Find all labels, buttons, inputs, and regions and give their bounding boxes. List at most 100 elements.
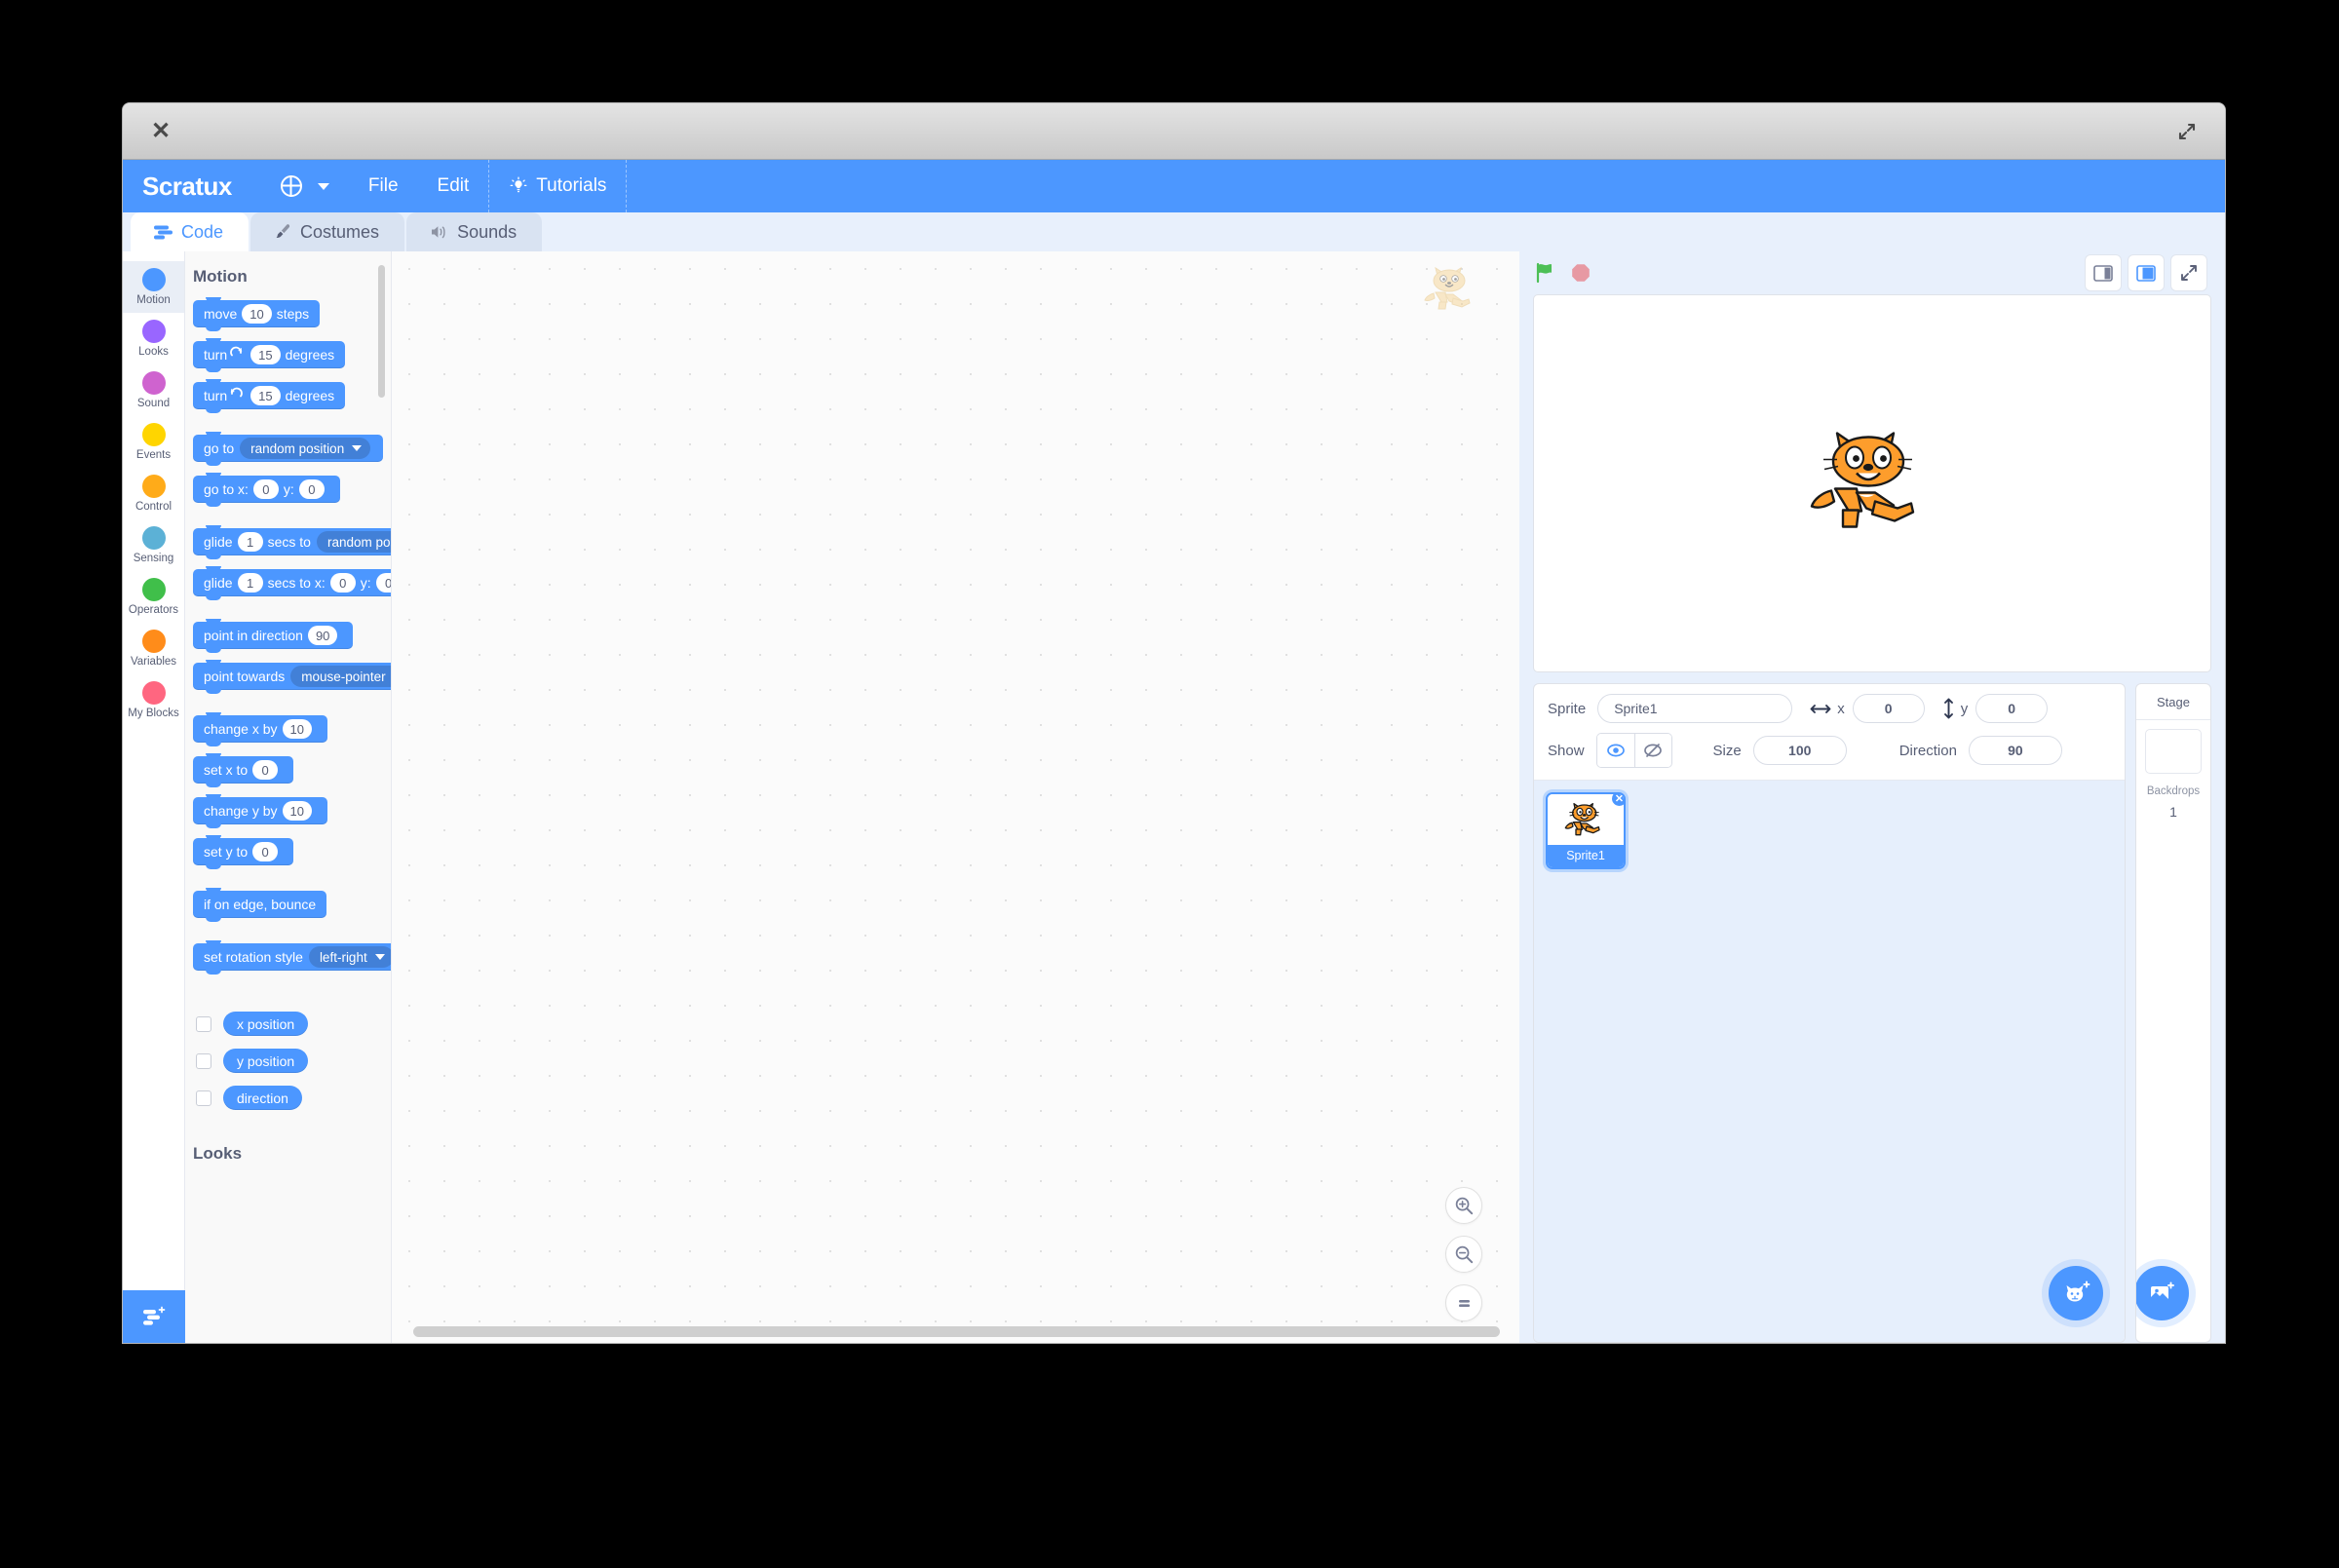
block-y-position[interactable]: y position (223, 1049, 309, 1073)
stage-selector-pane[interactable]: Stage Backdrops 1 (2135, 683, 2211, 1343)
block-turn-left[interactable]: turn 15 degrees (193, 379, 346, 413)
x-coordinate-input[interactable]: 0 (1852, 694, 1925, 723)
tab-costumes[interactable]: Costumes (250, 212, 405, 251)
green-flag-button[interactable] (1533, 260, 1558, 286)
block-input-secs[interactable]: 1 (237, 573, 263, 593)
category-label: Events (135, 449, 172, 461)
fullscreen-button[interactable] (2170, 254, 2207, 291)
block-set-x-to[interactable]: set x to 0 (193, 753, 294, 787)
category-sensing[interactable]: Sensing (123, 519, 184, 571)
block-change-y-by[interactable]: change y by 10 (193, 794, 327, 828)
dropdown-value: random position (326, 534, 391, 550)
language-menu[interactable] (261, 160, 349, 212)
block-palette[interactable]: Motion move 10 steps turn 15 degrees tur… (185, 251, 392, 1343)
stop-button[interactable] (1570, 262, 1591, 284)
zoom-reset-button[interactable] (1445, 1284, 1482, 1321)
size-input[interactable]: 100 (1752, 736, 1847, 765)
reporter-checkbox[interactable] (196, 1052, 211, 1069)
block-label: degrees (285, 388, 335, 403)
sprite-card-sprite1[interactable]: ✕ Sprite1 (1546, 792, 1626, 869)
palette-section-title-looks: Looks (193, 1144, 243, 1163)
stage-control-bar (1519, 251, 2225, 294)
category-looks[interactable]: Looks (123, 313, 184, 364)
zoom-in-button[interactable] (1445, 1187, 1482, 1224)
sprite-name-label: Sprite (1548, 700, 1587, 717)
block-x-position[interactable]: x position (223, 1012, 309, 1036)
canvas-vertical-scrollbar[interactable] (1509, 265, 1515, 1318)
delete-sprite-icon[interactable]: ✕ (1610, 794, 1624, 808)
block-input-x-delta[interactable]: 10 (282, 719, 312, 739)
y-coordinate-label: y (1960, 700, 1969, 717)
block-point-towards[interactable]: point towards mouse-pointer (193, 660, 391, 694)
block-set-rotation-style[interactable]: set rotation style left-right (193, 940, 391, 975)
add-extension-button[interactable] (123, 1290, 185, 1343)
tab-code[interactable]: Code (131, 212, 249, 251)
block-input-y[interactable]: 0 (298, 479, 325, 499)
block-dropdown-target[interactable]: random position (240, 438, 371, 459)
stage-sprite-cat[interactable] (1808, 423, 1936, 545)
block-dropdown-target[interactable]: random position (316, 531, 391, 553)
block-go-to-xy[interactable]: go to x: 0 y: 0 (193, 473, 340, 507)
block-input-secs[interactable]: 1 (237, 532, 263, 552)
block-input-steps[interactable]: 10 (242, 304, 272, 324)
category-operators[interactable]: Operators (123, 571, 184, 623)
menu-divider-right (626, 160, 628, 212)
block-change-x-by[interactable]: change x by 10 (193, 712, 327, 746)
block-dropdown-target[interactable]: mouse-pointer (290, 666, 391, 687)
menu-item-tutorials[interactable]: Tutorials (489, 160, 626, 212)
palette-scrollbar[interactable] (378, 265, 385, 398)
block-if-on-edge-bounce[interactable]: if on edge, bounce (193, 888, 327, 922)
expand-icon[interactable] (2170, 115, 2204, 148)
category-motion[interactable]: Motion (123, 261, 184, 313)
block-input-x[interactable]: 0 (252, 760, 279, 780)
block-go-to[interactable]: go to random position (193, 432, 384, 466)
expand-arrows-glyph (2178, 123, 2196, 139)
large-stage-button[interactable] (2128, 254, 2165, 291)
category-my-blocks[interactable]: My Blocks (123, 674, 184, 726)
menu-item-file[interactable]: File (349, 160, 418, 212)
category-events[interactable]: Events (123, 416, 184, 468)
reporter-checkbox[interactable] (196, 1015, 211, 1032)
block-dropdown-rotation[interactable]: left-right (308, 946, 391, 968)
small-stage-button[interactable] (2085, 254, 2122, 291)
block-input-direction[interactable]: 90 (307, 626, 338, 645)
direction-input[interactable]: 90 (1968, 736, 2062, 765)
sprite-name-input[interactable]: Sprite1 (1597, 694, 1793, 723)
stage-backdrop-thumbnail[interactable] (2145, 729, 2202, 774)
block-input-x[interactable]: 0 (329, 573, 356, 593)
category-color-dot (141, 371, 166, 395)
show-visible-button[interactable] (1596, 734, 1634, 767)
block-glide-to-xy[interactable]: glide 1 secs to x: 0 y: 0 (193, 566, 391, 600)
block-set-y-to[interactable]: set y to 0 (193, 835, 294, 869)
block-input-degrees[interactable]: 15 (250, 345, 281, 364)
category-control[interactable]: Control (123, 468, 184, 519)
sprite-list[interactable]: ✕ Sprite1 (1534, 781, 2125, 1342)
zoom-out-button[interactable] (1445, 1236, 1482, 1273)
y-coordinate-input[interactable]: 0 (1975, 694, 2049, 723)
block-move-steps[interactable]: move 10 steps (193, 297, 321, 331)
code-canvas[interactable] (392, 251, 1519, 1343)
add-backdrop-button[interactable] (2136, 1266, 2189, 1320)
block-glide-to[interactable]: glide 1 secs to random position (193, 525, 391, 559)
block-point-in-direction[interactable]: point in direction 90 (193, 619, 354, 653)
block-label: y: (283, 481, 294, 497)
reporter-checkbox[interactable] (196, 1090, 211, 1106)
block-label: y: (360, 575, 371, 591)
menu-item-edit[interactable]: Edit (418, 160, 489, 212)
block-input-x[interactable]: 0 (252, 479, 279, 499)
category-label: Looks (138, 346, 169, 358)
block-direction[interactable]: direction (223, 1086, 302, 1110)
block-input-y-delta[interactable]: 10 (282, 801, 312, 821)
block-input-y[interactable]: 0 (375, 573, 391, 593)
block-input-degrees[interactable]: 15 (250, 386, 281, 405)
stage-view[interactable] (1533, 294, 2211, 672)
category-variables[interactable]: Variables (123, 623, 184, 674)
show-hidden-button[interactable] (1633, 734, 1671, 767)
category-sound[interactable]: Sound (123, 364, 184, 416)
block-input-y[interactable]: 0 (252, 842, 279, 861)
block-turn-right[interactable]: turn 15 degrees (193, 338, 346, 372)
canvas-horizontal-scrollbar[interactable] (413, 1326, 1500, 1337)
close-icon[interactable]: ✕ (144, 115, 177, 148)
tab-sounds[interactable]: Sounds (406, 212, 543, 251)
add-sprite-button[interactable] (2049, 1266, 2103, 1320)
